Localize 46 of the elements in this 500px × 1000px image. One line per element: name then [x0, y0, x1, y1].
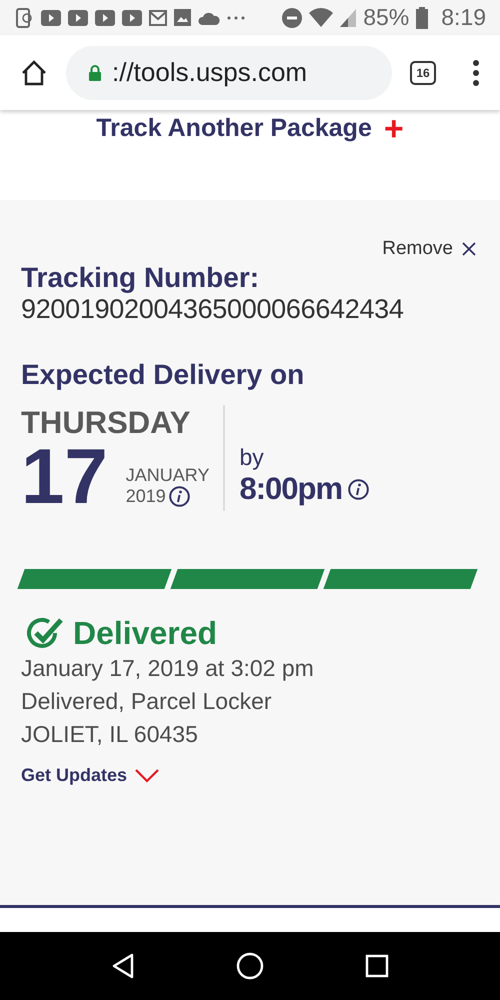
check-circle-icon [27, 616, 65, 650]
info-icon[interactable] [168, 486, 190, 507]
video-play-icon [68, 10, 88, 26]
plus-icon[interactable]: + [384, 114, 404, 146]
home-circle-icon[interactable] [236, 952, 264, 980]
delivery-year: 2019 [126, 486, 166, 507]
delivery-month: JANUARY [126, 465, 210, 486]
delivery-time: 8:00pm [239, 471, 342, 507]
by-label: by [239, 444, 265, 471]
video-play-icon [122, 10, 142, 26]
delivery-day: 17 [21, 441, 108, 511]
status-detail: January 17, 2019 at 3:02 pm [21, 654, 314, 683]
recents-square-icon[interactable] [365, 954, 390, 978]
status-detail: Delivered, Parcel Locker [21, 687, 272, 716]
more-dots-icon [227, 16, 245, 20]
battery-icon [416, 6, 428, 28]
remove-button[interactable]: Remove [382, 236, 476, 262]
mail-icon [149, 10, 167, 26]
signal-icon [340, 8, 356, 26]
status-detail: JOLIET, IL 60435 [21, 720, 198, 749]
close-icon [462, 242, 476, 256]
delivery-weekday: THURSDAY [21, 405, 192, 441]
address-bar[interactable]: ://tools.usps.com [66, 46, 392, 100]
url-text: ://tools.usps.com [112, 57, 308, 88]
menu-icon[interactable] [472, 60, 480, 86]
info-icon[interactable] [348, 478, 370, 500]
home-icon[interactable] [20, 60, 48, 86]
wifi-icon [309, 8, 334, 27]
track-another-package-link[interactable]: Track Another Package [96, 114, 372, 146]
phone-sync-icon [16, 8, 34, 28]
image-icon [174, 9, 191, 26]
lock-icon [88, 64, 102, 80]
tracking-number: 92001902004365000066642434 [21, 294, 404, 325]
battery-percentage: 85% [363, 4, 410, 31]
get-updates-button[interactable]: Get Updates [21, 765, 160, 786]
tracking-number-heading: Tracking Number: [21, 262, 260, 294]
delivery-status: Delivered [73, 615, 218, 652]
expected-delivery-heading: Expected Delivery on [21, 359, 304, 391]
video-play-icon [95, 10, 115, 26]
clock-time: 8:19 [441, 4, 486, 31]
video-play-icon [41, 10, 61, 26]
back-icon[interactable] [110, 953, 135, 979]
chevron-down-icon [135, 768, 160, 782]
do-not-disturb-icon [282, 8, 302, 28]
tab-count-button[interactable]: 16 [410, 60, 436, 84]
cloud-icon [198, 10, 220, 24]
